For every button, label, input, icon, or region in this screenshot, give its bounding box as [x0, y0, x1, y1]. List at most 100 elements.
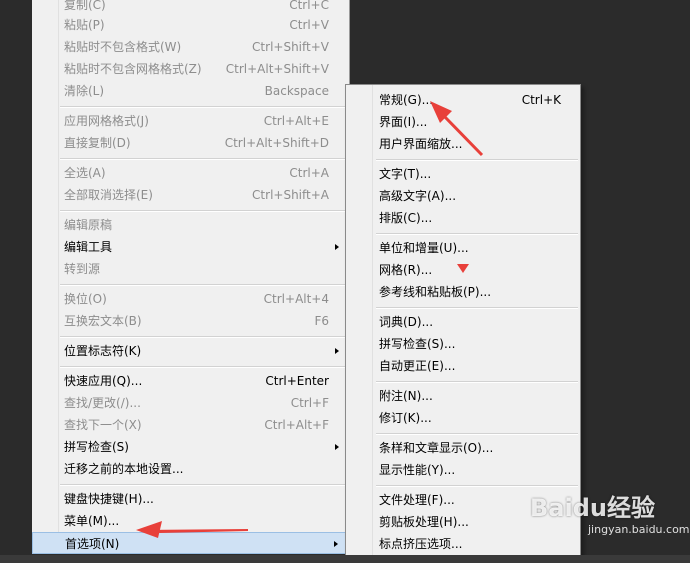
menu-item-label: 应用网格格式(J)	[64, 114, 149, 128]
menu-item-shortcut: Ctrl+V	[289, 18, 329, 32]
menu-item-label: 编辑工具	[64, 240, 113, 254]
submenu-item-type[interactable]: 文字(T)...	[346, 163, 580, 185]
menu-item-shortcut: Ctrl+Shift+V	[252, 40, 329, 54]
menu-separator	[60, 284, 347, 286]
status-strip	[0, 555, 690, 563]
menu-item-label: 查找/更改(/)...	[64, 396, 141, 410]
menu-separator	[376, 307, 578, 309]
menu-item-label: 条样和文章显示(O)...	[379, 441, 494, 455]
menu-item-label: 全选(A)	[64, 166, 106, 180]
menu-separator	[376, 433, 578, 435]
menu-item-shortcut: F6	[314, 314, 329, 328]
menu-item-label: 剪贴板处理(H)...	[379, 515, 469, 529]
menu-item-label: 全部取消选择(E)	[64, 188, 153, 202]
menu-item-label: 常规(G)...	[379, 93, 434, 107]
submenu-item-autocorrect[interactable]: 自动更正(E)...	[346, 355, 580, 377]
submenu-item-ui-scaling[interactable]: 用户界面缩放...	[346, 133, 580, 155]
menu-item-shortcut: Backspace	[264, 84, 329, 98]
menu-item-label: 拼写检查(S)	[64, 440, 129, 454]
menu-item-menus[interactable]: 菜单(M)...	[32, 510, 349, 532]
menu-item-label: 粘贴时不包含网格格式(Z)	[64, 62, 202, 76]
menu-item-label: 换位(O)	[64, 292, 107, 306]
menu-item-label: 转到源	[64, 262, 101, 276]
submenu-item-display-performance[interactable]: 显示性能(Y)...	[346, 459, 580, 481]
menu-separator	[376, 381, 578, 383]
menu-item-shortcut: Ctrl+Enter	[265, 374, 329, 388]
menu-item-label: 菜单(M)...	[64, 514, 120, 528]
menu-item-label: 编辑原稿	[64, 218, 113, 232]
menu-item-label: 修订(K)...	[379, 411, 432, 425]
menu-separator	[60, 210, 347, 212]
menu-item-duplicate[interactable]: 直接复制(D) Ctrl+Alt+Shift+D	[32, 132, 349, 154]
menu-item-preferences[interactable]: 首选项(N)	[32, 532, 349, 554]
menu-item-deselect-all[interactable]: 全部取消选择(E) Ctrl+Shift+A	[32, 184, 349, 206]
submenu-item-spelling[interactable]: 拼写检查(S)...	[346, 333, 580, 355]
submenu-item-dictionary[interactable]: 词典(D)...	[346, 311, 580, 333]
edit-menu: 复制(C) Ctrl+C 粘贴(P) Ctrl+V 粘贴时不包含格式(W) Ctrl+…	[32, 0, 350, 554]
menu-separator	[60, 366, 347, 368]
submenu-item-track-changes[interactable]: 修订(K)...	[346, 407, 580, 429]
preferences-submenu: 常规(G)... Ctrl+K 界面(I)... 用户界面缩放... 文字(T).…	[345, 84, 581, 556]
menu-item-label: 快速应用(Q)...	[64, 374, 143, 388]
menu-item-keyboard-shortcuts[interactable]: 键盘快捷键(H)...	[32, 488, 349, 510]
menu-separator	[376, 159, 578, 161]
menu-separator	[60, 158, 347, 160]
menu-item-quick-apply[interactable]: 快速应用(Q)... Ctrl+Enter	[32, 370, 349, 392]
menu-separator	[376, 485, 578, 487]
menu-item-edit-tools[interactable]: 编辑工具	[32, 236, 349, 258]
menu-item-label: 直接复制(D)	[64, 136, 131, 150]
menu-item-label: 高级文字(A)...	[379, 189, 457, 203]
menu-item-label: 显示性能(Y)...	[379, 463, 456, 477]
submenu-item-mojikumi-options[interactable]: 标点挤压选项...	[346, 533, 580, 555]
menu-item-transpose[interactable]: 换位(O) Ctrl+Alt+4	[32, 288, 349, 310]
submenu-item-general[interactable]: 常规(G)... Ctrl+K	[346, 89, 580, 111]
menu-item-clear[interactable]: 清除(L) Backspace	[32, 80, 349, 102]
menu-item-label: 自动更正(E)...	[379, 359, 456, 373]
menu-item-label: 位置标志符(K)	[64, 344, 142, 358]
submenu-item-notes[interactable]: 附注(N)...	[346, 385, 580, 407]
menu-item-label: 拼写检查(S)...	[379, 337, 456, 351]
menu-item-apply-grid-format[interactable]: 应用网格格式(J) Ctrl+Alt+E	[32, 110, 349, 132]
menu-item-label: 文字(T)...	[379, 167, 432, 181]
menu-item-paste-no-format[interactable]: 粘贴时不包含格式(W) Ctrl+Shift+V	[32, 36, 349, 58]
menu-item-spell-check[interactable]: 拼写检查(S)	[32, 436, 349, 458]
menu-separator	[60, 336, 347, 338]
menu-separator	[376, 233, 578, 235]
watermark-url: jingyan.baidu.com	[588, 523, 690, 536]
menu-item-shortcut: Ctrl+Alt+F	[264, 418, 329, 432]
menu-item-find-next[interactable]: 查找下一个(X) Ctrl+Alt+F	[32, 414, 349, 436]
menu-separator	[60, 106, 347, 108]
submenu-item-composition[interactable]: 排版(C)...	[346, 207, 580, 229]
menu-item-label: 查找下一个(X)	[64, 418, 142, 432]
menu-item-label: 标点挤压选项...	[379, 537, 463, 551]
watermark-logo: Baidu经验	[530, 494, 655, 522]
submenu-item-guides-pasteboard[interactable]: 参考线和粘贴板(P)...	[346, 281, 580, 303]
menu-item-label: 文件处理(F)...	[379, 493, 455, 507]
menu-item-paste-no-grid-format[interactable]: 粘贴时不包含网格格式(Z) Ctrl+Alt+Shift+V	[32, 58, 349, 80]
menu-item-paste[interactable]: 粘贴(P) Ctrl+V	[32, 14, 349, 36]
menu-item-find-change[interactable]: 查找/更改(/)... Ctrl+F	[32, 392, 349, 414]
submenu-item-story-editor-display[interactable]: 条样和文章显示(O)...	[346, 437, 580, 459]
screen: 复制(C) Ctrl+C 粘贴(P) Ctrl+V 粘贴时不包含格式(W) Ctrl+…	[0, 0, 690, 563]
menu-item-label: 用户界面缩放...	[379, 137, 463, 151]
submenu-arrow-icon	[334, 541, 338, 547]
submenu-arrow-icon	[335, 444, 339, 450]
menu-item-select-all[interactable]: 全选(A) Ctrl+A	[32, 162, 349, 184]
submenu-item-advanced-type[interactable]: 高级文字(A)...	[346, 185, 580, 207]
menu-item-shortcut: Ctrl+Alt+Shift+V	[225, 62, 329, 76]
menu-item-label: 附注(N)...	[379, 389, 433, 403]
menu-item-go-to-source[interactable]: 转到源	[32, 258, 349, 280]
submenu-item-units-increments[interactable]: 单位和增量(U)...	[346, 237, 580, 259]
menu-item-edit-original[interactable]: 编辑原稿	[32, 214, 349, 236]
submenu-item-grids[interactable]: 网格(R)...	[346, 259, 580, 281]
menu-item-migrate-settings[interactable]: 迁移之前的本地设置...	[32, 458, 349, 480]
menu-item-shortcut: Ctrl+A	[289, 166, 329, 180]
menu-item-label: 词典(D)...	[379, 315, 434, 329]
menu-item-label: 网格(R)...	[379, 263, 433, 277]
menu-item-label: 互换宏文本(B)	[64, 314, 142, 328]
menu-item-label: 清除(L)	[64, 84, 105, 98]
menu-item-label: 粘贴时不包含格式(W)	[64, 40, 182, 54]
submenu-item-interface[interactable]: 界面(I)...	[346, 111, 580, 133]
menu-item-position-marker[interactable]: 位置标志符(K)	[32, 340, 349, 362]
menu-item-swap-macro-text[interactable]: 互换宏文本(B) F6	[32, 310, 349, 332]
